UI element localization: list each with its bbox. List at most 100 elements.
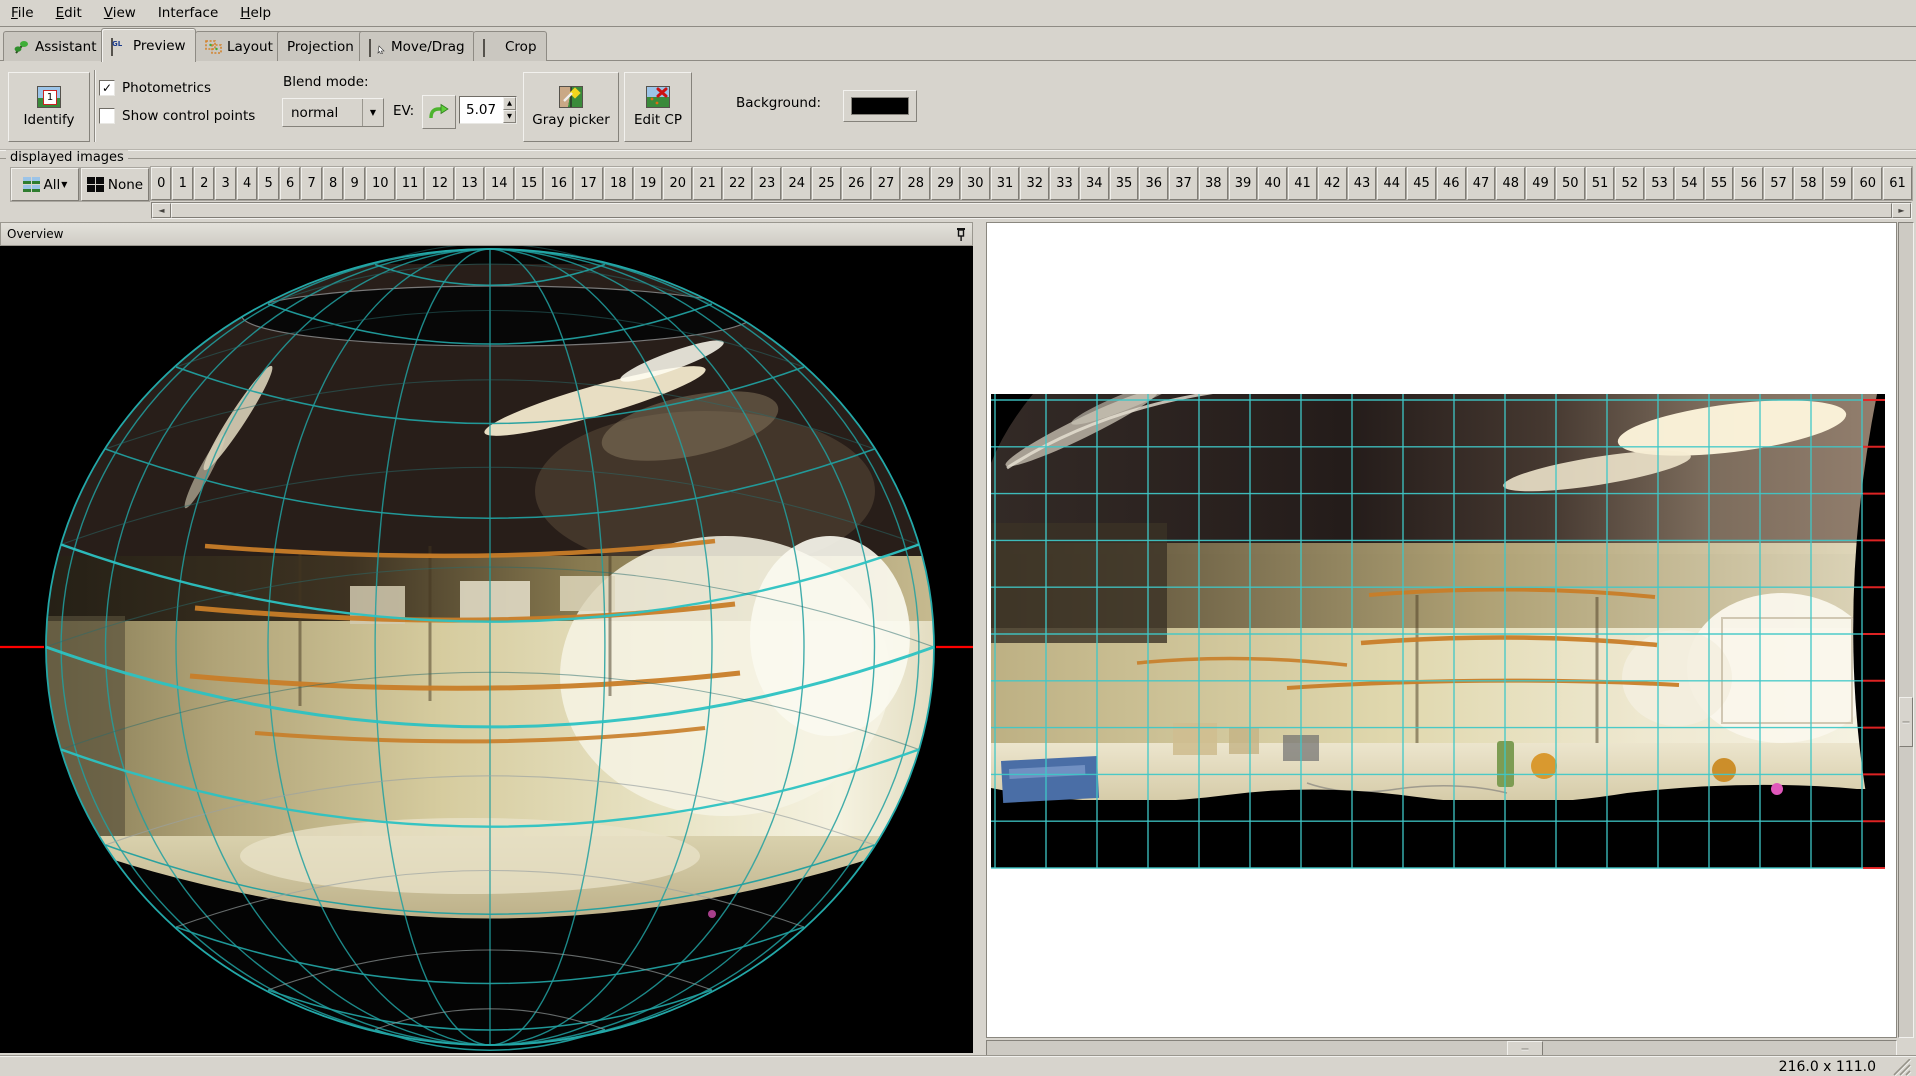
image-toggle-button[interactable]: 23 <box>753 167 782 200</box>
image-toggle-button[interactable]: 50 <box>1556 167 1585 200</box>
tab-crop[interactable]: Crop <box>473 31 547 61</box>
image-toggle-button[interactable]: 52 <box>1615 167 1644 200</box>
vertical-scrollbar-thumb[interactable] <box>1899 697 1913 747</box>
identify-button[interactable]: 1 Identify <box>8 72 90 142</box>
tab-projection[interactable]: Projection <box>277 31 364 61</box>
image-toggle-button[interactable]: 53 <box>1645 167 1674 200</box>
image-toggle-button[interactable]: 55 <box>1705 167 1734 200</box>
image-toggle-button[interactable]: 48 <box>1496 167 1525 200</box>
show-control-points-checkbox[interactable] <box>99 108 115 124</box>
image-toggle-button[interactable]: 37 <box>1169 167 1198 200</box>
image-toggle-button[interactable]: 8 <box>323 167 343 200</box>
show-all-images-button[interactable]: All ▼ <box>11 168 79 201</box>
image-toggle-button[interactable]: 39 <box>1229 167 1258 200</box>
image-toggle-button[interactable]: 49 <box>1526 167 1555 200</box>
image-toggle-button[interactable]: 3 <box>215 167 235 200</box>
image-toggle-button[interactable]: 36 <box>1139 167 1168 200</box>
image-strip-scrollbar[interactable]: ◄ ► <box>151 202 1912 219</box>
image-toggle-button[interactable]: 17 <box>574 167 603 200</box>
image-toggle-button[interactable]: 51 <box>1586 167 1615 200</box>
menu-edit[interactable]: Edit <box>45 2 93 24</box>
image-toggle-button[interactable]: 32 <box>1020 167 1049 200</box>
image-toggle-button[interactable]: 35 <box>1110 167 1139 200</box>
image-toggle-button[interactable]: 24 <box>782 167 811 200</box>
image-toggle-button[interactable]: 13 <box>455 167 484 200</box>
image-toggle-button[interactable]: 0 <box>151 167 171 200</box>
image-toggle-button[interactable]: 10 <box>366 167 395 200</box>
image-toggle-button[interactable]: 27 <box>872 167 901 200</box>
image-toggle-button[interactable]: 29 <box>931 167 960 200</box>
background-color-button[interactable] <box>843 90 917 122</box>
image-toggle-button[interactable]: 33 <box>1050 167 1079 200</box>
scroll-right-arrow[interactable]: ► <box>1892 203 1911 218</box>
panel-splitter[interactable] <box>974 222 985 1053</box>
preview-horizontal-scrollbar[interactable] <box>986 1040 1897 1057</box>
image-toggle-button[interactable]: 6 <box>280 167 300 200</box>
ev-spinner[interactable]: 5.07 ▲ ▼ <box>459 96 517 124</box>
overview-title-bar[interactable]: Overview <box>0 222 973 246</box>
image-toggle-button[interactable]: 60 <box>1853 167 1882 200</box>
image-toggle-button[interactable]: 18 <box>604 167 633 200</box>
image-toggle-button[interactable]: 61 <box>1883 167 1912 200</box>
preview-canvas[interactable] <box>987 223 1896 1037</box>
image-toggle-button[interactable]: 25 <box>812 167 841 200</box>
image-toggle-button[interactable]: 40 <box>1258 167 1287 200</box>
image-toggle-button[interactable]: 54 <box>1675 167 1704 200</box>
image-toggle-button[interactable]: 38 <box>1199 167 1228 200</box>
image-toggle-button[interactable]: 28 <box>901 167 930 200</box>
image-toggle-button[interactable]: 59 <box>1824 167 1853 200</box>
image-toggle-button[interactable]: 45 <box>1407 167 1436 200</box>
pin-icon[interactable] <box>956 227 966 242</box>
tab-move-drag[interactable]: Move/Drag <box>359 31 475 61</box>
tab-assistant[interactable]: Assistant <box>3 31 107 61</box>
tab-preview[interactable]: GL Preview <box>101 28 196 62</box>
resize-grip[interactable] <box>1886 1059 1912 1076</box>
image-toggle-button[interactable]: 41 <box>1288 167 1317 200</box>
image-toggle-button[interactable]: 30 <box>961 167 990 200</box>
overview-canvas[interactable] <box>0 246 973 1053</box>
image-toggle-button[interactable]: 56 <box>1734 167 1763 200</box>
image-toggle-button[interactable]: 46 <box>1437 167 1466 200</box>
image-toggle-button[interactable]: 44 <box>1377 167 1406 200</box>
show-no-images-button[interactable]: None <box>81 168 149 201</box>
ev-reset-button[interactable] <box>422 95 456 129</box>
image-toggle-button[interactable]: 4 <box>237 167 257 200</box>
image-toggle-button[interactable]: 9 <box>344 167 364 200</box>
preview-vertical-scrollbar[interactable] <box>1898 222 1914 1038</box>
image-toggle-button[interactable]: 20 <box>663 167 692 200</box>
image-toggle-button[interactable]: 16 <box>544 167 573 200</box>
image-toggle-button[interactable]: 58 <box>1794 167 1823 200</box>
image-toggle-button[interactable]: 31 <box>991 167 1020 200</box>
image-toggle-button[interactable]: 11 <box>396 167 425 200</box>
scroll-left-arrow[interactable]: ◄ <box>152 203 171 218</box>
image-toggle-button[interactable]: 22 <box>723 167 752 200</box>
image-toggle-button[interactable]: 14 <box>485 167 514 200</box>
image-toggle-button[interactable]: 21 <box>693 167 722 200</box>
spin-down-icon[interactable]: ▼ <box>503 110 516 123</box>
tab-layout[interactable]: Layout <box>195 31 283 61</box>
image-toggle-button[interactable]: 26 <box>842 167 871 200</box>
horizontal-scrollbar-thumb[interactable] <box>1507 1041 1543 1056</box>
image-toggle-button[interactable]: 15 <box>515 167 544 200</box>
gray-picker-button[interactable]: Gray picker <box>523 72 619 142</box>
image-toggle-button[interactable]: 7 <box>301 167 321 200</box>
spin-up-icon[interactable]: ▲ <box>503 97 516 110</box>
photometrics-checkbox[interactable]: ✓ <box>99 80 115 96</box>
menu-interface[interactable]: Interface <box>147 2 229 24</box>
edit-cp-button[interactable]: Edit CP <box>624 72 692 142</box>
image-toggle-button[interactable]: 57 <box>1764 167 1793 200</box>
image-toggle-button[interactable]: 1 <box>172 167 192 200</box>
scrollbar-thumb[interactable] <box>171 203 1892 218</box>
image-toggle-button[interactable]: 47 <box>1467 167 1496 200</box>
menu-help[interactable]: Help <box>229 2 282 24</box>
image-toggle-button[interactable]: 43 <box>1348 167 1377 200</box>
image-toggle-button[interactable]: 2 <box>194 167 214 200</box>
image-toggle-button[interactable]: 12 <box>425 167 454 200</box>
menu-file[interactable]: File <box>0 2 45 24</box>
blend-mode-select[interactable]: normal ▼ <box>282 98 384 127</box>
image-toggle-button[interactable]: 5 <box>258 167 278 200</box>
image-toggle-button[interactable]: 34 <box>1080 167 1109 200</box>
image-toggle-button[interactable]: 42 <box>1318 167 1347 200</box>
menu-view[interactable]: View <box>93 2 147 24</box>
image-toggle-button[interactable]: 19 <box>634 167 663 200</box>
